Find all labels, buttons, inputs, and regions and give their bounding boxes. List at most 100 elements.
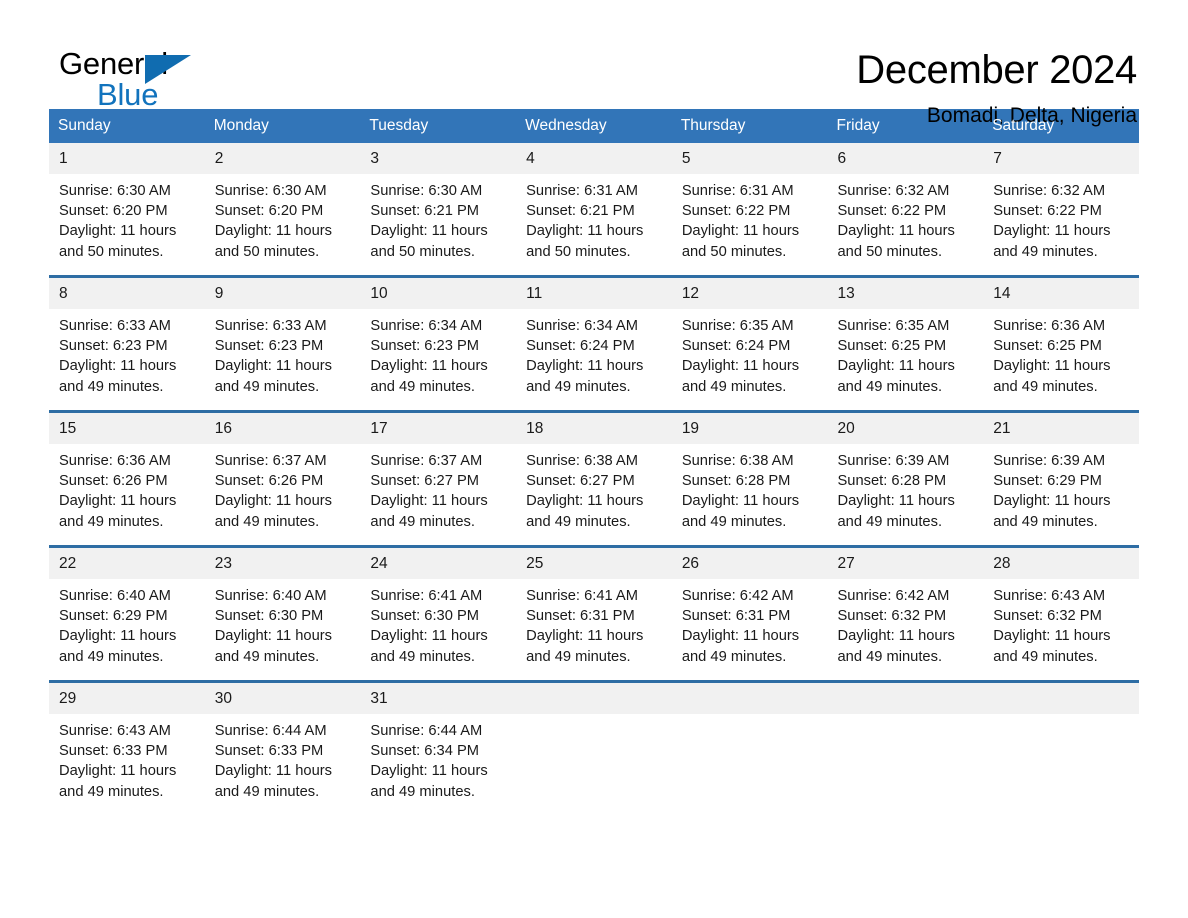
calendar-day-cell[interactable]: 14 Sunrise: 6:36 AM Sunset: 6:25 PM Dayligh… (983, 275, 1139, 397)
day-details: Sunrise: 6:37 AM Sunset: 6:26 PM Daylight:… (205, 444, 361, 532)
daylight-duration-line-2: and 49 minutes. (214, 783, 320, 800)
calendar-day-cell[interactable]: 7 Sunrise: 6:32 AM Sunset: 6:22 PM Daylight… (983, 143, 1139, 262)
calendar-day-cell[interactable]: 29 Sunrise: 6:43 AM Sunset: 6:33 PM Dayligh… (49, 680, 205, 802)
calendar-day-cell[interactable]: 4 Sunrise: 6:31 AM Sunset: 6:21 PM Daylight… (516, 143, 672, 262)
calendar-week-row: 8 Sunrise: 6:33 AM Sunset: 6:23 PM Daylight… (49, 275, 1139, 397)
calendar-day-cell[interactable]: 31 Sunrise: 6:44 AM Sunset: 6:34 PM Dayligh… (360, 680, 517, 802)
daylight-duration-line-2: and 49 minutes. (59, 648, 164, 665)
daylight-duration-line-2: and 49 minutes. (993, 513, 1098, 530)
calendar-week-row: 29 Sunrise: 6:43 AM Sunset: 6:33 PM Dayligh… (49, 680, 1139, 802)
daylight-duration-line-2: and 49 minutes. (59, 378, 164, 395)
sunset-time: Sunset: 6:27 PM (526, 473, 635, 490)
calendar-day-cell[interactable]: 18 Sunrise: 6:38 AM Sunset: 6:27 PM Dayligh… (516, 410, 672, 532)
calendar-day-cell-empty (827, 680, 984, 802)
calendar-day-cell[interactable]: 13 Sunrise: 6:35 AM Sunset: 6:25 PM Dayligh… (827, 275, 984, 397)
daylight-duration-line-1: Daylight: 11 hours (526, 628, 644, 645)
daylight-duration-line-2: and 49 minutes. (370, 648, 475, 665)
calendar-day-cell[interactable]: 9 Sunrise: 6:33 AM Sunset: 6:23 PM Daylight… (204, 275, 361, 397)
day-cell-content: 24 Sunrise: 6:41 AM Sunset: 6:30 PM Dayligh… (360, 548, 517, 667)
calendar-day-cell[interactable]: 5 Sunrise: 6:31 AM Sunset: 6:22 PM Daylight… (671, 143, 828, 262)
sunset-time: Sunset: 6:22 PM (993, 203, 1102, 220)
day-cell-content (671, 683, 828, 802)
sunrise-time: Sunrise: 6:30 AM (214, 183, 327, 199)
daylight-duration-line-1: Daylight: 11 hours (993, 358, 1111, 375)
daylight-duration-line-2: and 49 minutes. (837, 513, 943, 530)
calendar-day-cell[interactable]: 21 Sunrise: 6:39 AM Sunset: 6:29 PM Dayligh… (983, 410, 1139, 532)
daylight-duration-line-1: Daylight: 11 hours (837, 628, 955, 645)
day-number: 9 (204, 278, 361, 309)
day-details: Sunrise: 6:41 AM Sunset: 6:31 PM Daylight:… (516, 579, 672, 667)
daylight-duration-line-1: Daylight: 11 hours (837, 223, 955, 240)
sunset-time: Sunset: 6:29 PM (59, 608, 168, 625)
day-number: 14 (983, 278, 1139, 309)
day-details: Sunrise: 6:30 AM Sunset: 6:20 PM Daylight:… (49, 174, 205, 262)
sunrise-time: Sunrise: 6:31 AM (681, 183, 794, 199)
day-cell-content: 14 Sunrise: 6:36 AM Sunset: 6:25 PM Dayligh… (983, 278, 1139, 397)
calendar-day-cell-empty (516, 680, 672, 802)
daylight-duration-line-2: and 49 minutes. (214, 513, 320, 530)
day-details: Sunrise: 6:35 AM Sunset: 6:25 PM Daylight:… (828, 309, 984, 397)
calendar-day-cell[interactable]: 26 Sunrise: 6:42 AM Sunset: 6:31 PM Dayligh… (671, 545, 828, 667)
calendar-day-cell[interactable]: 6 Sunrise: 6:32 AM Sunset: 6:22 PM Daylight… (827, 143, 984, 262)
calendar-day-cell[interactable]: 30 Sunrise: 6:44 AM Sunset: 6:33 PM Dayligh… (204, 680, 361, 802)
daylight-duration-line-1: Daylight: 11 hours (59, 628, 177, 645)
day-details: Sunrise: 6:39 AM Sunset: 6:29 PM Daylight:… (983, 444, 1139, 532)
week-spacer (49, 262, 1139, 277)
calendar-day-cell[interactable]: 16 Sunrise: 6:37 AM Sunset: 6:26 PM Dayligh… (204, 410, 361, 532)
day-number (983, 683, 1139, 714)
calendar-day-cell[interactable]: 19 Sunrise: 6:38 AM Sunset: 6:28 PM Dayligh… (671, 410, 828, 532)
day-number: 12 (671, 278, 828, 309)
day-details: Sunrise: 6:44 AM Sunset: 6:33 PM Daylight:… (205, 714, 361, 802)
calendar-day-cell[interactable]: 8 Sunrise: 6:33 AM Sunset: 6:23 PM Daylight… (49, 275, 205, 397)
daylight-duration-line-2: and 49 minutes. (59, 513, 164, 530)
daylight-duration-line-1: Daylight: 11 hours (214, 493, 332, 510)
day-number: 11 (516, 278, 672, 309)
calendar-day-cell[interactable]: 23 Sunrise: 6:40 AM Sunset: 6:30 PM Dayligh… (204, 545, 361, 667)
calendar-body: 1 Sunrise: 6:30 AM Sunset: 6:20 PM Daylight… (49, 143, 1139, 802)
weekday-header-wednesday: Wednesday (516, 109, 672, 143)
calendar-day-cell[interactable]: 15 Sunrise: 6:36 AM Sunset: 6:26 PM Dayligh… (49, 410, 205, 532)
day-details: Sunrise: 6:36 AM Sunset: 6:26 PM Daylight:… (49, 444, 205, 532)
daylight-duration-line-2: and 49 minutes. (681, 513, 787, 530)
sunset-time: Sunset: 6:28 PM (837, 473, 947, 490)
calendar-day-cell[interactable]: 12 Sunrise: 6:35 AM Sunset: 6:24 PM Dayligh… (671, 275, 828, 397)
day-cell-content (516, 683, 672, 802)
calendar-day-cell[interactable]: 11 Sunrise: 6:34 AM Sunset: 6:24 PM Dayligh… (516, 275, 672, 397)
daylight-duration-line-2: and 49 minutes. (837, 648, 943, 665)
calendar-day-cell[interactable]: 1 Sunrise: 6:30 AM Sunset: 6:20 PM Daylight… (49, 143, 205, 262)
daylight-duration-line-2: and 50 minutes. (370, 243, 475, 260)
week-spacer (49, 397, 1139, 412)
weekday-header-tuesday: Tuesday (360, 109, 517, 143)
day-details (516, 714, 672, 721)
daylight-duration-line-1: Daylight: 11 hours (370, 763, 488, 780)
day-cell-content: 30 Sunrise: 6:44 AM Sunset: 6:33 PM Dayligh… (204, 683, 361, 802)
calendar-day-cell[interactable]: 2 Sunrise: 6:30 AM Sunset: 6:20 PM Daylight… (204, 143, 361, 262)
day-cell-content: 12 Sunrise: 6:35 AM Sunset: 6:24 PM Dayligh… (671, 278, 828, 397)
day-number: 10 (360, 278, 517, 309)
daylight-duration-line-2: and 49 minutes. (59, 783, 164, 800)
sunrise-time: Sunrise: 6:32 AM (837, 183, 950, 199)
week-spacer-cell (49, 667, 1139, 682)
daylight-duration-line-2: and 49 minutes. (993, 648, 1098, 665)
calendar-day-cell[interactable]: 24 Sunrise: 6:41 AM Sunset: 6:30 PM Dayligh… (360, 545, 517, 667)
calendar-day-cell[interactable]: 27 Sunrise: 6:42 AM Sunset: 6:32 PM Dayligh… (827, 545, 984, 667)
calendar-day-cell[interactable]: 10 Sunrise: 6:34 AM Sunset: 6:23 PM Dayligh… (360, 275, 517, 397)
calendar-day-cell[interactable]: 20 Sunrise: 6:39 AM Sunset: 6:28 PM Dayligh… (827, 410, 984, 532)
sunrise-time: Sunrise: 6:34 AM (526, 318, 638, 334)
sunrise-time: Sunrise: 6:37 AM (214, 453, 327, 469)
calendar-day-cell[interactable]: 28 Sunrise: 6:43 AM Sunset: 6:32 PM Dayligh… (983, 545, 1139, 667)
sunset-time: Sunset: 6:20 PM (214, 203, 324, 220)
daylight-duration-line-2: and 49 minutes. (526, 648, 631, 665)
day-details: Sunrise: 6:35 AM Sunset: 6:24 PM Daylight:… (672, 309, 828, 397)
day-cell-content: 11 Sunrise: 6:34 AM Sunset: 6:24 PM Dayligh… (516, 278, 672, 397)
sunset-time: Sunset: 6:22 PM (837, 203, 947, 220)
day-cell-content: 16 Sunrise: 6:37 AM Sunset: 6:26 PM Dayligh… (204, 413, 361, 532)
day-details: Sunrise: 6:32 AM Sunset: 6:22 PM Daylight:… (828, 174, 984, 262)
calendar-day-cell[interactable]: 25 Sunrise: 6:41 AM Sunset: 6:31 PM Dayligh… (516, 545, 672, 667)
day-number: 21 (983, 413, 1139, 444)
page-title: December 2024 (856, 48, 1137, 92)
daylight-duration-line-2: and 49 minutes. (993, 243, 1098, 260)
calendar-day-cell[interactable]: 22 Sunrise: 6:40 AM Sunset: 6:29 PM Dayligh… (49, 545, 205, 667)
calendar-day-cell[interactable]: 3 Sunrise: 6:30 AM Sunset: 6:21 PM Daylight… (360, 143, 517, 262)
calendar-day-cell[interactable]: 17 Sunrise: 6:37 AM Sunset: 6:27 PM Dayligh… (360, 410, 517, 532)
